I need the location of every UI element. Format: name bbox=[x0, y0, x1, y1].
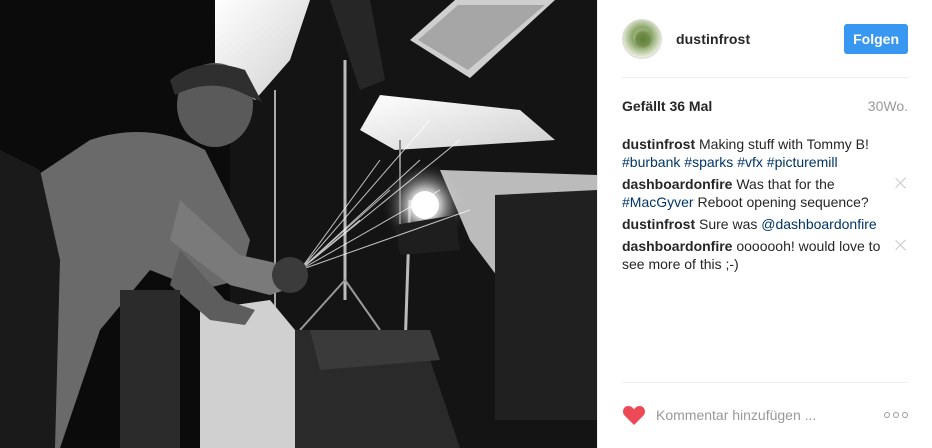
comment-item: dustinfrost Making stuff with Tommy B! #… bbox=[622, 135, 908, 171]
mention-link[interactable]: @dashboardonfire bbox=[761, 216, 876, 232]
dot bbox=[893, 412, 899, 418]
post-photo[interactable] bbox=[0, 0, 597, 448]
comment-input[interactable] bbox=[656, 403, 878, 427]
comments-list: dustinfrost Making stuff with Tommy B! #… bbox=[622, 135, 908, 277]
comment-item: dustinfrost Sure was @dashboardonfire bbox=[622, 215, 908, 233]
comment-author[interactable]: dustinfrost bbox=[622, 136, 695, 152]
more-options-icon[interactable] bbox=[884, 412, 908, 418]
post-time[interactable]: 30Wo. bbox=[868, 98, 908, 114]
post-image bbox=[0, 0, 597, 448]
heart-icon[interactable] bbox=[622, 404, 646, 426]
comment-bar bbox=[622, 400, 908, 430]
comment-item: dashboardonfire Was that for the #MacGyv… bbox=[622, 175, 908, 211]
hashtag-link[interactable]: #burbank bbox=[622, 154, 680, 170]
comment-author[interactable]: dashboardonfire bbox=[622, 238, 732, 254]
dot bbox=[884, 412, 890, 418]
close-icon[interactable] bbox=[894, 176, 908, 190]
instagram-post: dustinfrost Folgen Gefällt 36 Mal 30Wo. … bbox=[0, 0, 932, 448]
post-details-panel: dustinfrost Folgen Gefällt 36 Mal 30Wo. … bbox=[597, 0, 932, 448]
author-username[interactable]: dustinfrost bbox=[676, 31, 750, 47]
likes-count[interactable]: Gefällt 36 Mal bbox=[622, 98, 712, 114]
comment-text: Making stuff with Tommy B! bbox=[695, 136, 869, 152]
close-icon[interactable] bbox=[894, 238, 908, 252]
footer-divider bbox=[622, 382, 908, 383]
hashtag-link[interactable]: #sparks bbox=[684, 154, 733, 170]
comment-text: Was that for the bbox=[732, 176, 835, 192]
comment-text: Sure was bbox=[695, 216, 762, 232]
comment-item: dashboardonfire ooooooh! would love to s… bbox=[622, 237, 908, 273]
header-divider bbox=[622, 77, 908, 78]
comment-text: Reboot opening sequence? bbox=[693, 194, 869, 210]
dot bbox=[902, 412, 908, 418]
avatar[interactable] bbox=[622, 19, 662, 59]
likes-row: Gefällt 36 Mal 30Wo. bbox=[622, 97, 908, 115]
comment-author[interactable]: dashboardonfire bbox=[622, 176, 732, 192]
hashtag-link[interactable]: #MacGyver bbox=[622, 194, 694, 210]
comment-author[interactable]: dustinfrost bbox=[622, 216, 695, 232]
follow-button[interactable]: Folgen bbox=[844, 24, 908, 54]
hashtag-link[interactable]: #picturemill bbox=[767, 154, 838, 170]
hashtag-link[interactable]: #vfx bbox=[737, 154, 763, 170]
